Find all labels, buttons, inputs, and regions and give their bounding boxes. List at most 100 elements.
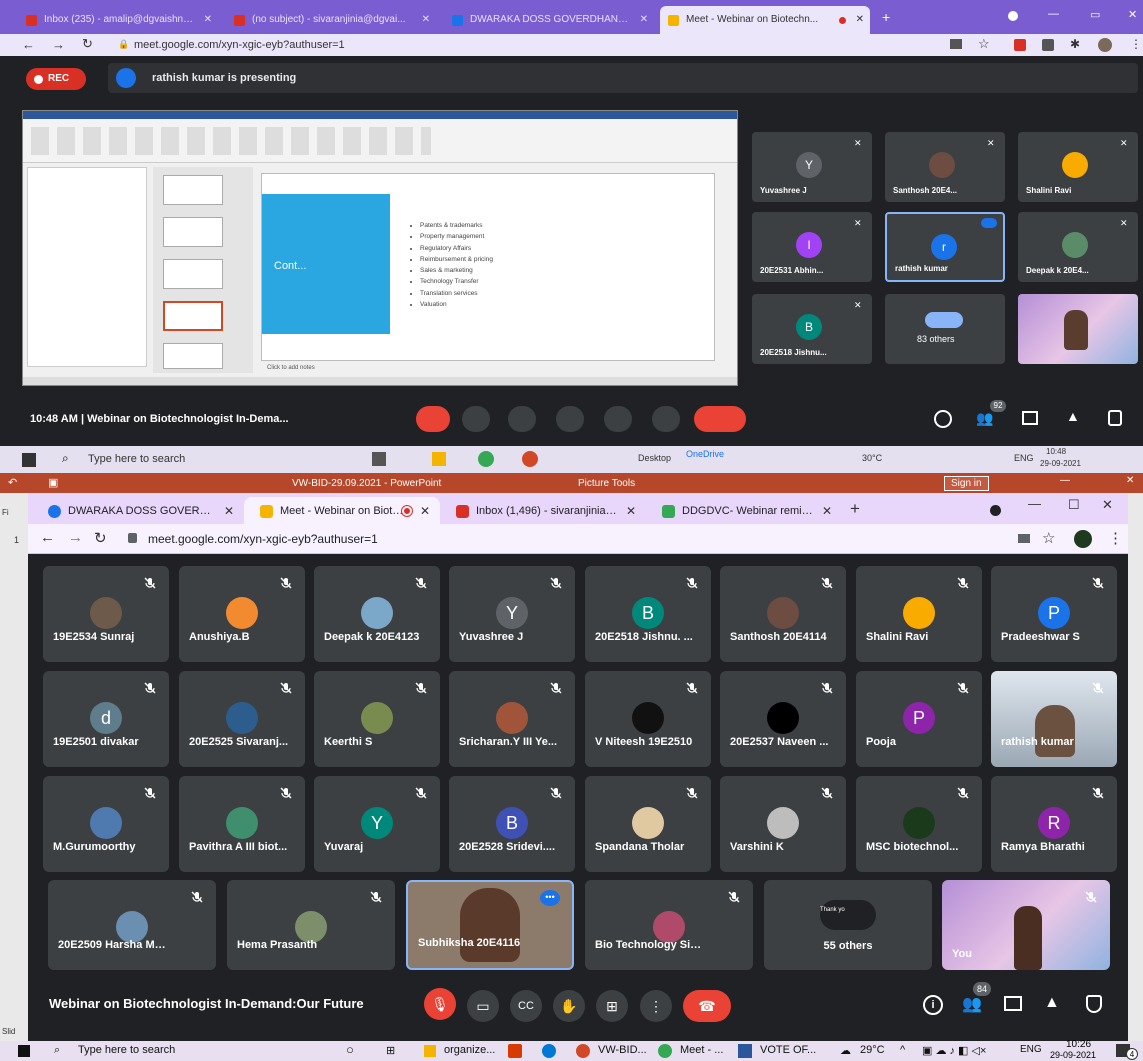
top-tab-dwaraka[interactable]: DWARAKA DOSS GOVERDHAN D... ✕ <box>444 6 654 34</box>
extension-icon[interactable] <box>1074 530 1092 548</box>
close-window-icon[interactable]: ✕ <box>1126 475 1134 486</box>
file-explorer-icon[interactable] <box>432 452 446 466</box>
host-controls-icon[interactable] <box>1086 995 1102 1013</box>
new-tab-icon[interactable]: + <box>850 499 860 519</box>
info-icon[interactable]: i <box>923 995 943 1015</box>
people-icon[interactable]: 👥 <box>976 410 993 427</box>
participant-tile[interactable]: P Pradeeshwar S <box>991 566 1117 662</box>
back-icon[interactable]: ← <box>40 529 55 546</box>
close-icon[interactable]: ✕ <box>420 504 430 518</box>
top-tab-nosubject[interactable]: (no subject) - sivaranjinia@dgvai... ✕ <box>226 6 436 34</box>
participant-tile[interactable]: M.Gurumoorthy <box>43 776 169 872</box>
close-icon[interactable]: ✕ <box>422 14 430 25</box>
tray-icons[interactable]: ▣ ☁ ♪ ◧ ◁× <box>922 1044 986 1057</box>
participant-tile[interactable]: Spandana Tholar <box>585 776 711 872</box>
participant-tile[interactable]: Varshini K <box>720 776 846 872</box>
taskbar-app-powerpoint[interactable]: VW-BID... <box>598 1044 647 1056</box>
slide-thumb-active[interactable] <box>163 301 223 331</box>
more-options-button[interactable]: ⋮ <box>640 990 672 1022</box>
top-tile-jishnu[interactable]: B 20E2518 Jishnu... ✕ <box>752 294 872 364</box>
participant-tile[interactable]: B 20E2528 Sridevi.... <box>449 776 575 872</box>
star-icon[interactable]: ☆ <box>978 36 990 52</box>
close-icon[interactable]: ✕ <box>204 14 212 25</box>
edge-icon[interactable] <box>542 1044 556 1058</box>
taskbar-app-explorer[interactable]: organize... <box>444 1044 495 1056</box>
top-tile-shalini[interactable]: Shalini Ravi ✕ <box>1018 132 1138 202</box>
close-icon[interactable]: ✕ <box>224 504 234 518</box>
windows-start-icon[interactable] <box>18 1045 30 1057</box>
participant-tile[interactable]: 19E2534 Sunraj <box>43 566 169 662</box>
captions-button[interactable]: CC <box>510 990 542 1022</box>
people-icon[interactable]: 👥 <box>962 994 982 1014</box>
activities-icon[interactable]: ▲ <box>1044 994 1060 1012</box>
camera-icon[interactable] <box>1018 534 1030 543</box>
top-tab-inbox[interactable]: Inbox (235) - amalip@dgvaishnavco...✕ <box>18 6 218 34</box>
info-icon[interactable] <box>934 410 952 428</box>
bottom-url[interactable]: meet.google.com/xyn-xgic-eyb?authuser=1 <box>148 532 378 546</box>
reload-icon[interactable]: ↻ <box>82 36 93 52</box>
extension-icon[interactable] <box>1042 39 1054 51</box>
search-icon[interactable]: ⌕ <box>54 1044 60 1057</box>
taskbar-search[interactable]: Type here to search <box>78 1044 175 1056</box>
minimize-icon[interactable]: — <box>1028 496 1041 511</box>
slide-thumb[interactable] <box>163 217 223 247</box>
close-icon[interactable]: ✕ <box>640 14 648 25</box>
close-window-icon[interactable]: ✕ <box>1102 497 1113 513</box>
close-icon[interactable]: ✕ <box>822 504 832 518</box>
slide-thumb[interactable] <box>163 259 223 289</box>
top-tile-abhin[interactable]: I 20E2531 Abhin... ✕ <box>752 212 872 282</box>
profile-icon[interactable] <box>1008 11 1018 21</box>
top-tile-others[interactable]: 83 others <box>885 294 1005 364</box>
minimize-icon[interactable]: — <box>1048 8 1059 20</box>
participant-tile[interactable]: rathish kumar <box>991 671 1117 767</box>
participant-tile[interactable]: Anushiya.B <box>179 566 305 662</box>
participant-tile[interactable]: P Pooja <box>856 671 982 767</box>
tab-inbox[interactable]: Inbox (1,496) - sivaranjinia@dgva ✕ <box>440 497 646 524</box>
close-icon[interactable]: ✕ <box>626 504 636 518</box>
taskbar-app-chrome[interactable]: Meet - ... <box>680 1044 723 1056</box>
close-window-icon[interactable]: ✕ <box>1128 8 1137 21</box>
taskbar-search[interactable]: Type here to search <box>88 453 185 465</box>
leave-call-button[interactable] <box>694 406 746 432</box>
tab-reminder[interactable]: DDGDVC- Webinar reminder- "B✕ <box>646 497 842 524</box>
close-icon[interactable]: ✕ <box>856 14 864 25</box>
chat-icon[interactable] <box>1004 996 1022 1011</box>
top-tile-rathish[interactable]: r rathish kumar <box>885 212 1005 282</box>
top-tile-yuvashree[interactable]: Y Yuvashree J ✕ <box>752 132 872 202</box>
extension-icon[interactable] <box>1014 39 1026 51</box>
participant-tile[interactable]: You <box>942 880 1110 970</box>
top-tab-meet[interactable]: Meet - Webinar on Biotechn... ✕ <box>660 6 870 34</box>
top-url[interactable]: meet.google.com/xyn-xgic-eyb?authuser=1 <box>134 39 345 51</box>
participant-tile[interactable]: Pavithra A III biot... <box>179 776 305 872</box>
puzzle-icon[interactable]: ✱ <box>1070 37 1080 51</box>
back-icon[interactable]: ← <box>22 37 35 52</box>
reload-icon[interactable]: ↻ <box>94 529 107 547</box>
participant-tile[interactable]: Deepak k 20E4123 <box>314 566 440 662</box>
cortana-icon[interactable]: ○ <box>346 1042 354 1057</box>
profile-avatar-icon[interactable] <box>1098 38 1112 52</box>
windows-start-icon[interactable] <box>22 453 36 467</box>
profile-icon[interactable] <box>990 505 1001 516</box>
chrome-icon[interactable] <box>478 451 494 467</box>
participant-tile[interactable]: Y Yuvashree J <box>449 566 575 662</box>
office-icon[interactable] <box>508 1044 522 1058</box>
participant-tile[interactable]: Keerthi S <box>314 671 440 767</box>
raise-hand-button[interactable]: ✋ <box>553 990 585 1022</box>
participant-tile[interactable]: 20E2509 Harsha M BSc.B... <box>48 880 216 970</box>
participant-tile[interactable]: MSC biotechnol... <box>856 776 982 872</box>
participant-tile[interactable]: 20E2537 Naveen ... <box>720 671 846 767</box>
present-button[interactable]: ⊞ <box>596 990 628 1022</box>
more-options-button[interactable] <box>652 406 680 432</box>
star-icon[interactable]: ☆ <box>1042 529 1055 547</box>
task-view-icon[interactable] <box>372 452 386 466</box>
save-icon[interactable]: ▣ <box>48 476 58 489</box>
forward-icon[interactable]: → <box>52 37 65 52</box>
forward-icon[interactable]: → <box>68 529 83 546</box>
minimize-icon[interactable]: — <box>1060 475 1070 486</box>
present-button[interactable] <box>604 406 632 432</box>
participant-tile[interactable]: Bio Technology Sivaranji... <box>585 880 753 970</box>
camera-button[interactable] <box>462 406 490 432</box>
maximize-icon[interactable]: ▭ <box>1090 8 1100 21</box>
tray-chevron-icon[interactable]: ^ <box>900 1044 905 1056</box>
top-tile-santhosh[interactable]: Santhosh 20E4... ✕ <box>885 132 1005 202</box>
